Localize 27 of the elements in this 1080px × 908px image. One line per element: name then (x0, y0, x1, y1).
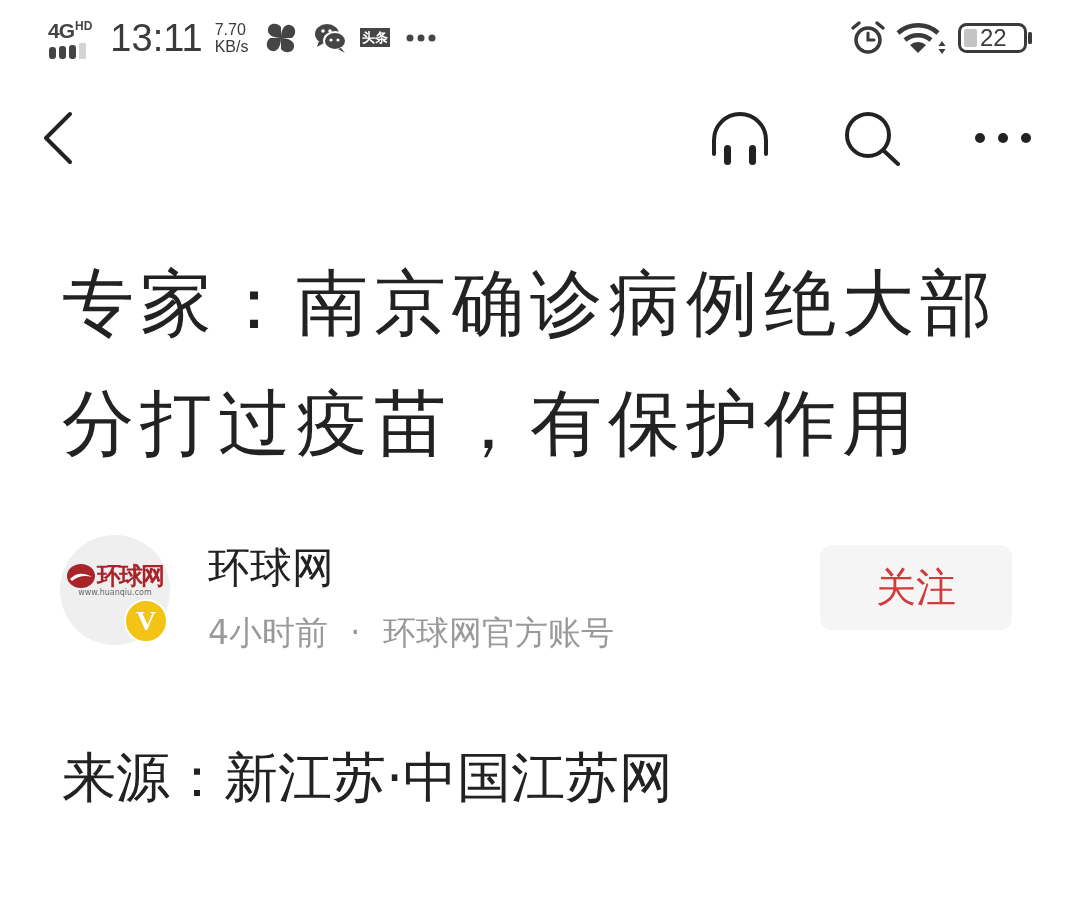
back-icon[interactable] (42, 109, 74, 166)
post-time: 4小时前 (208, 613, 328, 653)
headphones-icon[interactable] (710, 109, 770, 166)
more-notifications-icon (406, 33, 437, 42)
article-title: 专家：南京确诊病例绝大部分打过疫苗，有保护作用 (61, 260, 999, 467)
account-type: 环球网官方账号 (382, 613, 614, 653)
separator-dot: · (350, 613, 361, 653)
follow-button[interactable]: 关注 (820, 545, 1012, 630)
battery-icon (958, 22, 1032, 53)
hd-label: HD (75, 20, 93, 32)
network-speed-unit: KB/s (214, 37, 249, 55)
verified-badge: V (124, 599, 168, 643)
author-name[interactable]: 环球网 (208, 543, 334, 593)
network-type: 4G (48, 20, 74, 41)
more-options-icon[interactable] (974, 131, 1032, 144)
wifi-icon (896, 20, 946, 55)
emblem-icon (67, 563, 95, 588)
signal-bars-icon (48, 43, 88, 59)
alarm-clock-icon (850, 19, 886, 56)
article-source: 来源：新江苏·中国江苏网 (61, 745, 675, 811)
search-icon[interactable] (843, 109, 901, 166)
app-notification-badge: 头条 (360, 28, 391, 47)
avatar-logo-text: 环球网 (97, 563, 163, 588)
battery-percentage: 22 (980, 25, 1007, 50)
status-time: 13:11 (110, 18, 203, 57)
network-speed-value: 7.70 (214, 20, 247, 38)
avatar-logo-url: www.huanqiu.com (78, 588, 152, 597)
